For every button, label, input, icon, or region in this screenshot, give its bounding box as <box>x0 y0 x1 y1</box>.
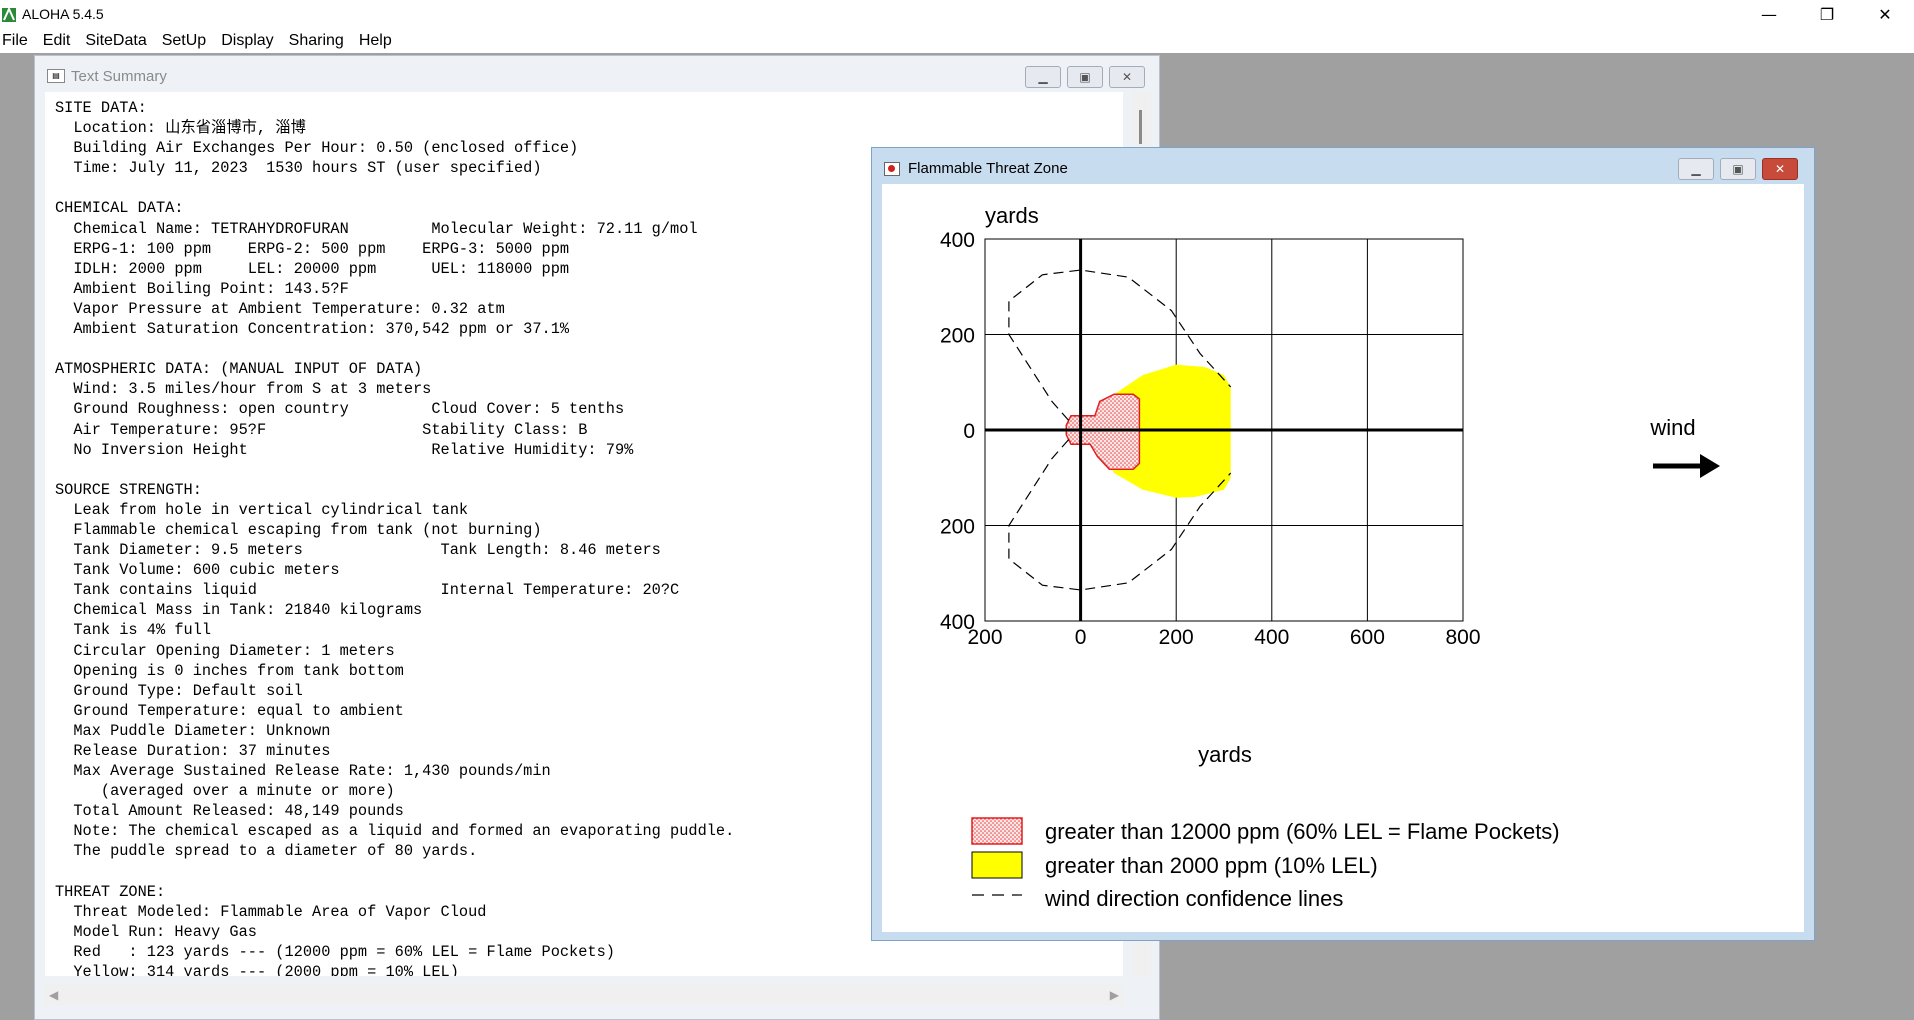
y-axis-label: yards <box>985 203 1039 228</box>
x-tick-label: 600 <box>1350 626 1385 649</box>
minimize-button[interactable]: — <box>1740 0 1798 28</box>
window-controls: — ❐ ✕ <box>1740 0 1914 28</box>
threat-zone-controls: ▁ ▣ ✕ <box>1678 158 1798 180</box>
y-tick-label: 0 <box>963 420 975 443</box>
scroll-right-icon[interactable]: ▶ <box>1110 988 1119 1002</box>
threat-zone-chart: 200 0 200 400 600 8004002000200400 yards yard… <box>940 203 1720 911</box>
x-tick-label: 0 <box>1075 626 1087 649</box>
horizontal-scrollbar[interactable]: ◀ ▶ <box>45 984 1123 1006</box>
legend-swatch-yellow <box>971 851 1023 879</box>
menu-file[interactable]: File <box>0 32 35 50</box>
menu-bar: File Edit SiteData SetUp Display Sharing… <box>0 28 1914 53</box>
threat-zone-window[interactable]: Flammable Threat Zone ▁ ▣ ✕ 200 0 200 400 60… <box>871 147 1815 941</box>
close-button[interactable]: ✕ <box>1856 0 1914 28</box>
legend: greater than 12000 ppm (60% LEL = Flame … <box>971 817 1560 911</box>
x-tick-label: 400 <box>1254 626 1289 649</box>
x-tick-label: 800 <box>1445 626 1480 649</box>
app-titlebar: ALOHA 5.4.5 — ❐ ✕ <box>0 0 1914 28</box>
y-tick-label: 200 <box>940 325 975 348</box>
minimize-button[interactable]: ▁ <box>1678 158 1714 180</box>
minimize-button[interactable]: ▁ <box>1025 66 1061 88</box>
menu-edit[interactable]: Edit <box>41 32 78 50</box>
text-summary-titlebar[interactable]: ▤ Text Summary ▁ ▣ ✕ <box>35 56 1159 92</box>
wind-arrow-icon <box>1653 454 1720 478</box>
threat-zone-titlebar[interactable]: Flammable Threat Zone ▁ ▣ ✕ <box>872 148 1814 184</box>
scroll-left-icon[interactable]: ◀ <box>49 988 58 1002</box>
aloha-logo-icon <box>2 6 16 22</box>
legend-label-dashed: wind direction confidence lines <box>1044 886 1343 911</box>
text-summary-controls: ▁ ▣ ✕ <box>1025 66 1145 88</box>
y-tick-label: 200 <box>940 516 975 539</box>
chart-axes <box>985 239 1463 621</box>
threat-zone-title: Flammable Threat Zone <box>908 160 1068 177</box>
legend-label-red: greater than 12000 ppm (60% LEL = Flame … <box>1045 819 1560 844</box>
text-summary-title: Text Summary <box>71 68 167 85</box>
x-tick-label: 200 <box>1159 626 1194 649</box>
legend-swatch-red <box>971 817 1023 845</box>
scroll-thumb[interactable] <box>1139 110 1142 144</box>
flame-icon <box>884 162 900 176</box>
menu-sitedata[interactable]: SiteData <box>83 32 153 50</box>
document-icon: ▤ <box>47 69 65 83</box>
maximize-button[interactable]: ▣ <box>1067 66 1103 88</box>
y-tick-label: 400 <box>940 611 975 634</box>
red-threat-zone <box>1065 393 1141 470</box>
y-tick-label: 400 <box>940 229 975 252</box>
menu-sharing[interactable]: Sharing <box>287 32 351 50</box>
maximize-button[interactable]: ▣ <box>1720 158 1756 180</box>
menu-help[interactable]: Help <box>357 32 399 50</box>
menu-display[interactable]: Display <box>219 32 280 50</box>
legend-label-yellow: greater than 2000 ppm (10% LEL) <box>1045 853 1378 878</box>
close-button[interactable]: ✕ <box>1762 158 1798 180</box>
app-title: ALOHA 5.4.5 <box>22 6 104 22</box>
wind-label: wind <box>1649 415 1695 440</box>
restore-button[interactable]: ❐ <box>1798 0 1856 28</box>
close-button[interactable]: ✕ <box>1109 66 1145 88</box>
x-axis-label: yards <box>1198 742 1252 767</box>
threat-zone-content: 200 0 200 400 600 800 400 200 0 200 400 yards yard… <box>882 184 1804 932</box>
menu-setup[interactable]: SetUp <box>160 32 213 50</box>
